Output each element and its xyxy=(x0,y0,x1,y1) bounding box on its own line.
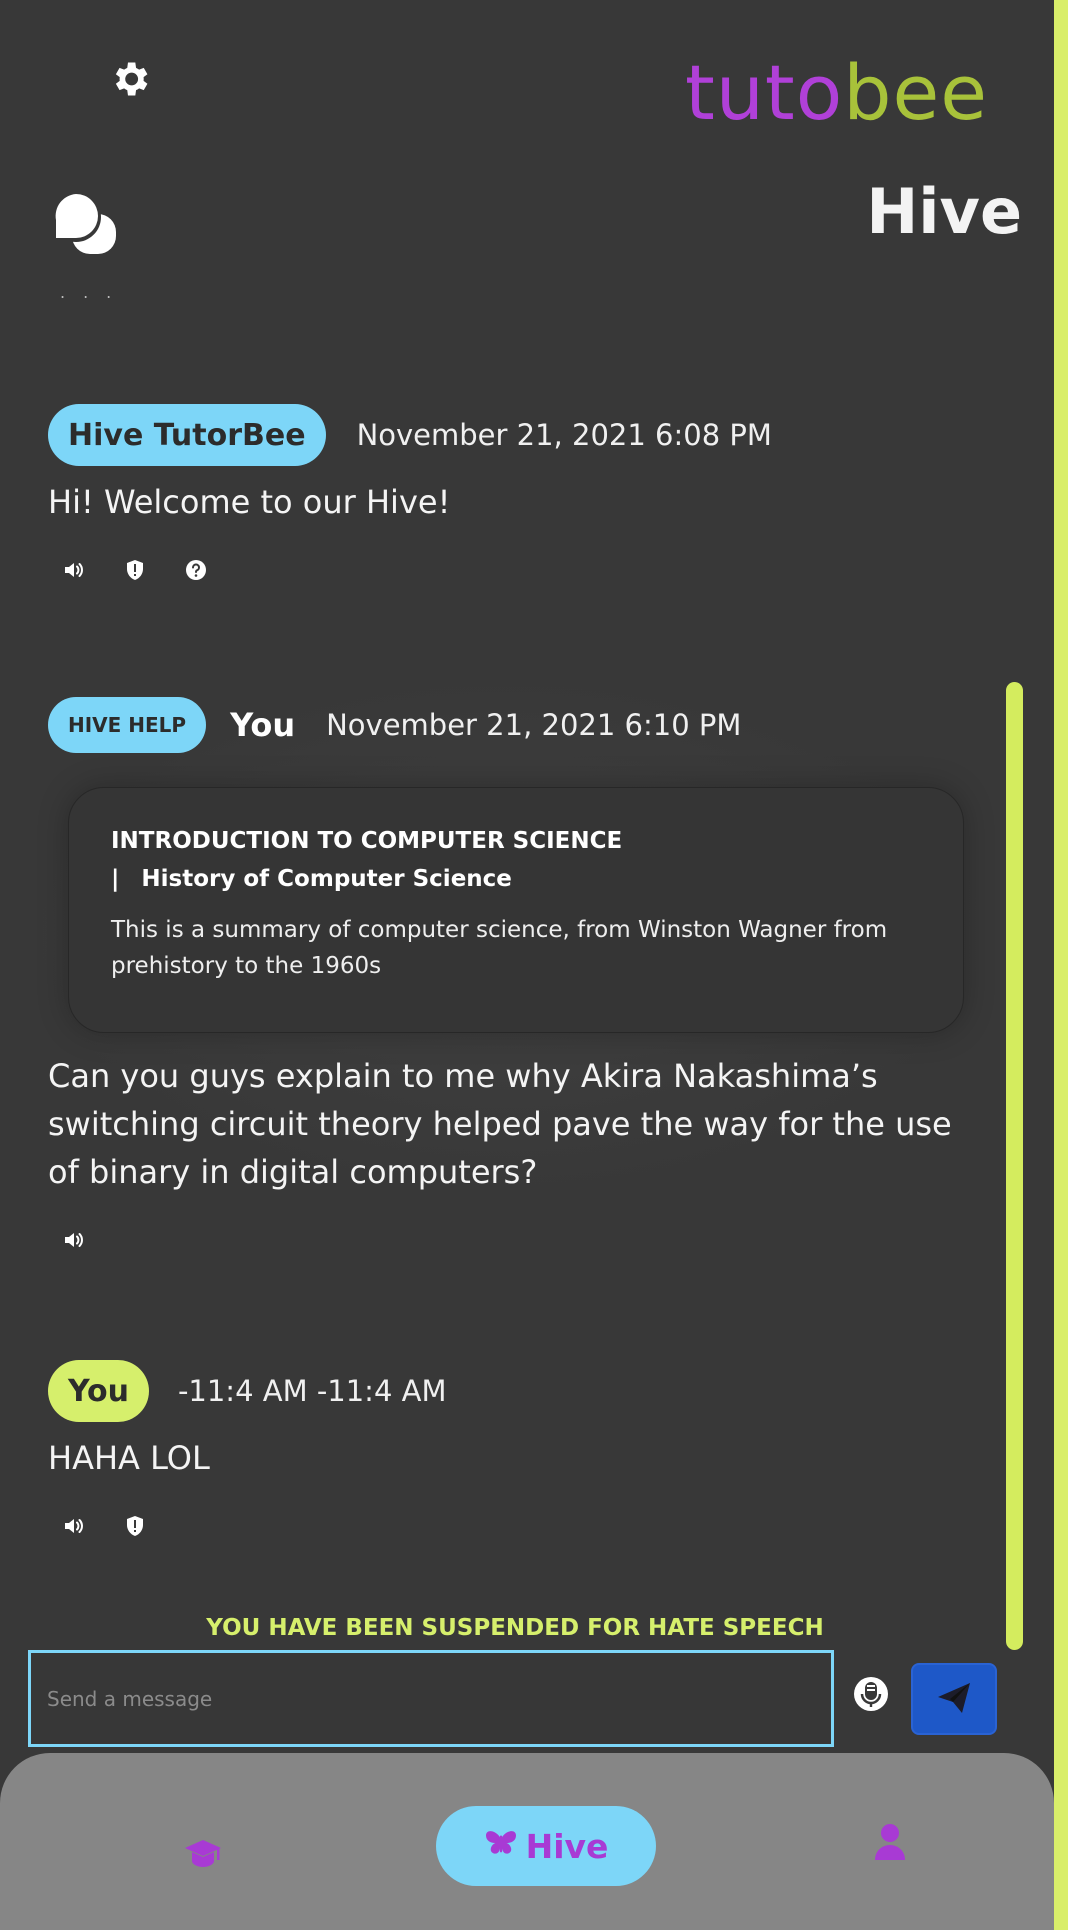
butterfly-icon xyxy=(484,1827,518,1866)
shared-lesson-card[interactable]: INTRODUCTION TO COMPUTER SCIENCE | Histor… xyxy=(68,787,964,1033)
message-header: You -11:4 AM -11:4 AM xyxy=(48,1360,447,1422)
report-icon[interactable] xyxy=(123,558,147,582)
sender-badge[interactable]: You xyxy=(48,1360,149,1422)
page-title: Hive xyxy=(866,175,1022,248)
graduation-cap-icon[interactable] xyxy=(184,1836,222,1872)
message-header: HIVE HELP You November 21, 2021 6:10 PM xyxy=(48,697,741,753)
right-edge-strip xyxy=(1054,0,1068,1930)
card-course-title: INTRODUCTION TO COMPUTER SCIENCE xyxy=(111,828,623,854)
message-timestamp: -11:4 AM -11:4 AM xyxy=(177,1374,447,1408)
suspension-notice: YOU HAVE BEEN SUSPENDED FOR HATE SPEECH xyxy=(206,1615,824,1641)
profile-icon[interactable] xyxy=(873,1823,907,1861)
card-topic-separator: | xyxy=(111,866,120,892)
chat-scrollbar[interactable] xyxy=(1006,682,1023,1650)
card-topic: | History of Computer Science xyxy=(111,866,921,892)
speaker-icon[interactable] xyxy=(62,1228,86,1252)
clipped-previous-message: ... xyxy=(60,283,130,302)
logo-part-bee: bee xyxy=(843,48,988,137)
message-timestamp: November 21, 2021 6:10 PM xyxy=(326,708,742,742)
message-input[interactable] xyxy=(28,1650,834,1747)
sender-name: You xyxy=(230,706,296,744)
speaker-icon[interactable] xyxy=(62,1514,86,1538)
message-text: HAHA LOL xyxy=(48,1439,210,1477)
nav-hive-button[interactable]: Hive xyxy=(436,1806,656,1886)
message-actions xyxy=(62,558,208,582)
microphone-icon[interactable] xyxy=(852,1675,890,1713)
nav-hive-label: Hive xyxy=(525,1826,609,1866)
chat-bubbles-icon[interactable] xyxy=(50,190,122,258)
logo-part-tuto: tuto xyxy=(684,48,844,137)
gear-icon[interactable] xyxy=(108,57,152,101)
message-actions xyxy=(62,1228,86,1252)
send-button[interactable] xyxy=(911,1663,997,1735)
paper-plane-icon xyxy=(934,1677,974,1721)
hive-help-tag[interactable]: HIVE HELP xyxy=(48,697,207,753)
card-summary: This is a summary of computer science, f… xyxy=(111,917,888,979)
message-text: Hi! Welcome to our Hive! xyxy=(48,483,451,521)
sender-badge[interactable]: Hive TutorBee xyxy=(48,404,326,466)
message-timestamp: November 21, 2021 6:08 PM xyxy=(356,418,772,452)
help-icon[interactable] xyxy=(184,558,208,582)
report-icon[interactable] xyxy=(123,1514,147,1538)
tutobee-logo: tutobee xyxy=(685,48,988,138)
card-topic-title: History of Computer Science xyxy=(141,866,512,892)
message-actions xyxy=(62,1514,147,1538)
message-header: Hive TutorBee November 21, 2021 6:08 PM xyxy=(48,404,772,466)
speaker-icon[interactable] xyxy=(62,558,86,582)
message-text: Can you guys explain to me why Akira Nak… xyxy=(48,1057,952,1191)
